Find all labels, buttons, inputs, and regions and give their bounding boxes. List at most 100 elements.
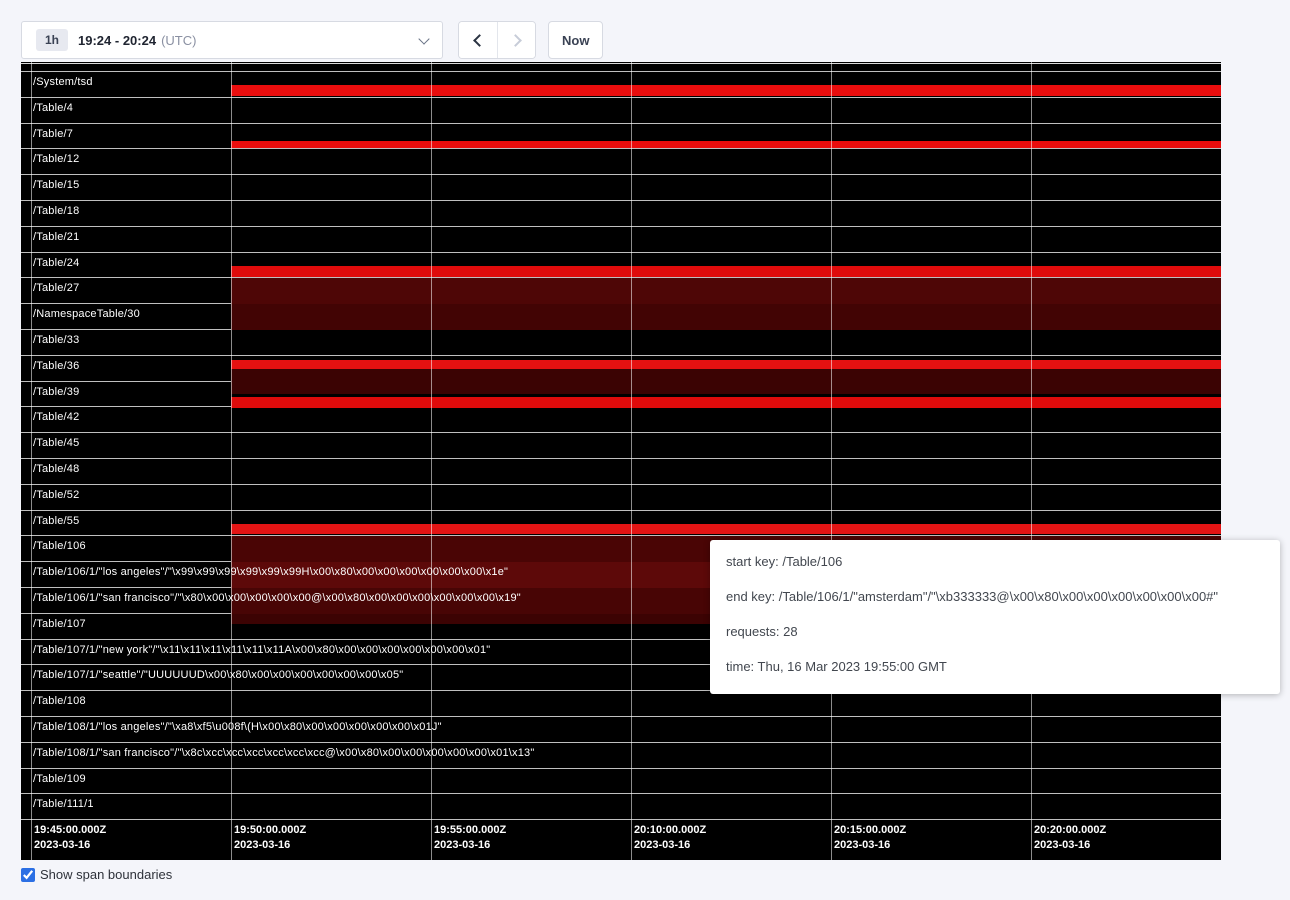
x-axis-tick-date: 2023-03-16	[1034, 838, 1106, 853]
x-axis-tick-date: 2023-03-16	[434, 838, 506, 853]
span-label: /Table/106/1/"san francisco"/"\x80\x00\x…	[33, 592, 521, 604]
heat-band	[231, 304, 1221, 330]
span-label: /Table/108/1/"san francisco"/"\x8c\xcc\x…	[33, 747, 534, 759]
span-row[interactable]: /Table/108/1/"los angeles"/"\xa8\xf5\u00…	[21, 716, 1221, 742]
x-axis-tick: 20:10:00.000Z2023-03-16	[631, 823, 706, 853]
previous-interval-button[interactable]	[459, 22, 497, 58]
x-axis-tick-time: 19:55:00.000Z	[434, 823, 506, 838]
span-label: /Table/106	[33, 540, 86, 552]
span-label: /Table/107/1/"new york"/"\x11\x11\x11\x1…	[33, 644, 490, 656]
heat-band	[231, 369, 1221, 382]
span-row[interactable]: /Table/48	[21, 458, 1221, 484]
tooltip-end-key: end key: /Table/106/1/"amsterdam"/"\xb33…	[726, 589, 1264, 604]
span-row[interactable]: /Table/42	[21, 406, 1221, 432]
x-axis-tick-date: 2023-03-16	[834, 838, 906, 853]
span-row[interactable]: /Table/7	[21, 123, 1221, 149]
span-label: /Table/18	[33, 205, 79, 217]
x-axis-tick-time: 19:50:00.000Z	[234, 823, 306, 838]
span-label: /NamespaceTable/30	[33, 308, 140, 320]
span-row[interactable]: /Table/36	[21, 355, 1221, 381]
span-row[interactable]: /Table/109	[21, 768, 1221, 794]
x-axis-tick-time: 20:15:00.000Z	[834, 823, 906, 838]
hover-tooltip: start key: /Table/106 end key: /Table/10…	[710, 540, 1280, 694]
span-row[interactable]: /Table/33	[21, 329, 1221, 355]
span-row[interactable]: /Table/4	[21, 97, 1221, 123]
span-label: /Table/48	[33, 463, 79, 475]
span-row[interactable]: /Table/21	[21, 226, 1221, 252]
x-axis-tick-date: 2023-03-16	[34, 838, 106, 853]
tooltip-requests: requests: 28	[726, 624, 1264, 639]
span-label: /Table/107/1/"seattle"/"UUUUUUD\x00\x80\…	[33, 669, 403, 681]
span-label: /System/tsd	[33, 76, 93, 88]
heat-band	[231, 360, 1221, 369]
span-label: /Table/42	[33, 411, 79, 423]
time-nav-group	[458, 21, 536, 59]
tooltip-start-key: start key: /Table/106	[726, 554, 1264, 569]
span-row[interactable]: /Table/111/1	[21, 793, 1221, 819]
x-axis-tick-time: 20:20:00.000Z	[1034, 823, 1106, 838]
now-button[interactable]: Now	[548, 21, 603, 59]
heat-band	[231, 397, 1221, 408]
x-axis: 19:45:00.000Z2023-03-1619:50:00.000Z2023…	[21, 823, 1221, 860]
span-label: /Table/111/1	[33, 798, 94, 810]
time-range-selector[interactable]: 1h 19:24 - 20:24 (UTC)	[21, 21, 443, 59]
next-interval-button[interactable]	[497, 22, 535, 58]
x-axis-tick-date: 2023-03-16	[634, 838, 706, 853]
heat-band	[231, 278, 1221, 304]
span-row[interactable]: /Table/12	[21, 148, 1221, 174]
span-label: /Table/55	[33, 515, 79, 527]
heat-band	[231, 85, 1221, 96]
span-label: /Table/33	[33, 334, 79, 346]
toolbar: 1h 19:24 - 20:24 (UTC) Now	[21, 21, 603, 59]
span-row[interactable]: /Table/108/1/"san francisco"/"\x8c\xcc\x…	[21, 742, 1221, 768]
chevron-down-icon	[418, 33, 429, 44]
span-label: /Table/21	[33, 231, 79, 243]
x-axis-tick-time: 20:10:00.000Z	[634, 823, 706, 838]
span-row[interactable]: /Table/24	[21, 252, 1221, 278]
span-label: /Table/108	[33, 695, 86, 707]
heat-band	[231, 266, 1221, 277]
key-visualizer-canvas[interactable]: /System/tsd/Table/4/Table/7/Table/12/Tab…	[21, 62, 1221, 860]
footer: Show span boundaries	[21, 867, 172, 882]
x-axis-tick: 19:55:00.000Z2023-03-16	[431, 823, 506, 853]
span-label: /Table/4	[33, 102, 73, 114]
x-axis-tick-time: 19:45:00.000Z	[34, 823, 106, 838]
span-row[interactable]: /Table/18	[21, 200, 1221, 226]
span-label: /Table/15	[33, 179, 79, 191]
span-row[interactable]: /Table/27	[21, 277, 1221, 303]
show-span-boundaries-label: Show span boundaries	[40, 867, 172, 882]
span-label: /Table/24	[33, 257, 79, 269]
span-row[interactable]: /Table/52	[21, 484, 1221, 510]
x-axis-tick: 19:45:00.000Z2023-03-16	[31, 823, 106, 853]
span-label: /Table/107	[33, 618, 86, 630]
span-row[interactable]: /Table/15	[21, 174, 1221, 200]
span-label: /Table/39	[33, 386, 79, 398]
chevron-left-icon	[473, 34, 486, 47]
span-label: /Table/52	[33, 489, 79, 501]
span-row[interactable]: /Table/55	[21, 510, 1221, 536]
span-label: /Table/106/1/"los angeles"/"\x99\x99\x99…	[33, 566, 508, 578]
span-label: /Table/45	[33, 437, 79, 449]
heat-band	[231, 524, 1221, 534]
keyspace-top-boundary	[21, 63, 1221, 64]
duration-badge: 1h	[36, 29, 68, 51]
heat-band	[231, 141, 1221, 148]
tooltip-time: time: Thu, 16 Mar 2023 19:55:00 GMT	[726, 659, 1264, 674]
x-axis-tick: 20:20:00.000Z2023-03-16	[1031, 823, 1106, 853]
span-row[interactable]: /Table/39	[21, 381, 1221, 407]
span-label: /Table/12	[33, 153, 79, 165]
span-label: /Table/27	[33, 282, 79, 294]
span-row[interactable]: /NamespaceTable/30	[21, 303, 1221, 329]
x-axis-tick-date: 2023-03-16	[234, 838, 306, 853]
span-label: /Table/7	[33, 128, 73, 140]
time-range-label: 19:24 - 20:24	[78, 33, 156, 48]
span-row[interactable]: /System/tsd	[21, 71, 1221, 97]
timezone-label: (UTC)	[161, 33, 196, 48]
span-label: /Table/108/1/"los angeles"/"\xa8\xf5\u00…	[33, 721, 442, 733]
x-axis-tick: 20:15:00.000Z2023-03-16	[831, 823, 906, 853]
span-label: /Table/109	[33, 773, 86, 785]
show-span-boundaries-checkbox[interactable]	[21, 868, 35, 882]
x-axis-tick: 19:50:00.000Z2023-03-16	[231, 823, 306, 853]
key-visualizer-page: 1h 19:24 - 20:24 (UTC) Now /System/tsd/T…	[0, 0, 1290, 900]
span-row[interactable]: /Table/45	[21, 432, 1221, 458]
